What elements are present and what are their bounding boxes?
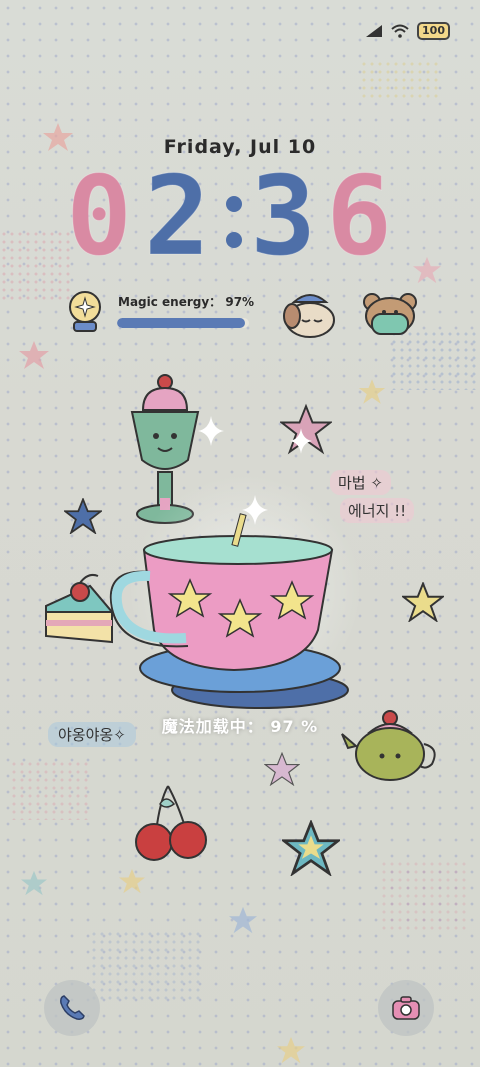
korean-label-magic: 마법 ✧ — [330, 470, 391, 495]
teapot-icon — [341, 710, 436, 781]
star-icon — [119, 868, 145, 894]
dot-pattern — [360, 60, 440, 100]
star-icon — [282, 820, 340, 876]
bear-icon — [363, 293, 417, 335]
star-icon — [229, 906, 257, 934]
dot-pattern — [10, 760, 90, 820]
battery-icon: 100 — [417, 22, 450, 40]
star-icon — [64, 498, 102, 534]
star-icon — [402, 582, 444, 622]
dot-pattern — [390, 330, 480, 390]
star-icon — [277, 1036, 305, 1064]
star-icon — [19, 341, 49, 369]
status-bar: 100 — [365, 22, 450, 40]
star-icon — [21, 870, 47, 896]
sparkle-icon — [290, 428, 312, 454]
star-icon — [43, 123, 73, 151]
cherries-icon — [135, 785, 207, 861]
dot-pattern — [90, 930, 200, 1000]
camera-icon — [392, 996, 420, 1020]
puppy-sleeping-icon — [283, 294, 335, 338]
phone-shortcut-button[interactable] — [44, 980, 100, 1036]
clock: 0 2 3 6 — [0, 152, 480, 280]
energy-progress-bar — [117, 318, 249, 328]
teacup-icon — [109, 513, 349, 709]
star-icon — [264, 752, 300, 786]
crystal-ball-icon — [69, 291, 101, 332]
energy-label: Magic energy： 97% — [118, 295, 255, 309]
clock-digit: 3 — [249, 152, 317, 280]
star-icon — [413, 256, 441, 284]
korean-label-energy: 에너지 !! — [340, 498, 415, 523]
star-icon — [358, 379, 386, 404]
clock-digit: 2 — [143, 152, 211, 280]
wifi-icon — [391, 24, 409, 38]
cellular-signal-icon — [366, 25, 383, 37]
phone-icon — [60, 995, 85, 1020]
dot-pattern — [380, 860, 470, 930]
camera-shortcut-button[interactable] — [378, 980, 434, 1036]
energy-progress-fill — [117, 318, 246, 328]
clock-digit: 0 — [65, 152, 133, 280]
clock-colon — [226, 196, 242, 248]
clock-digit: 6 — [325, 152, 393, 280]
sparkle-icon — [198, 416, 224, 446]
